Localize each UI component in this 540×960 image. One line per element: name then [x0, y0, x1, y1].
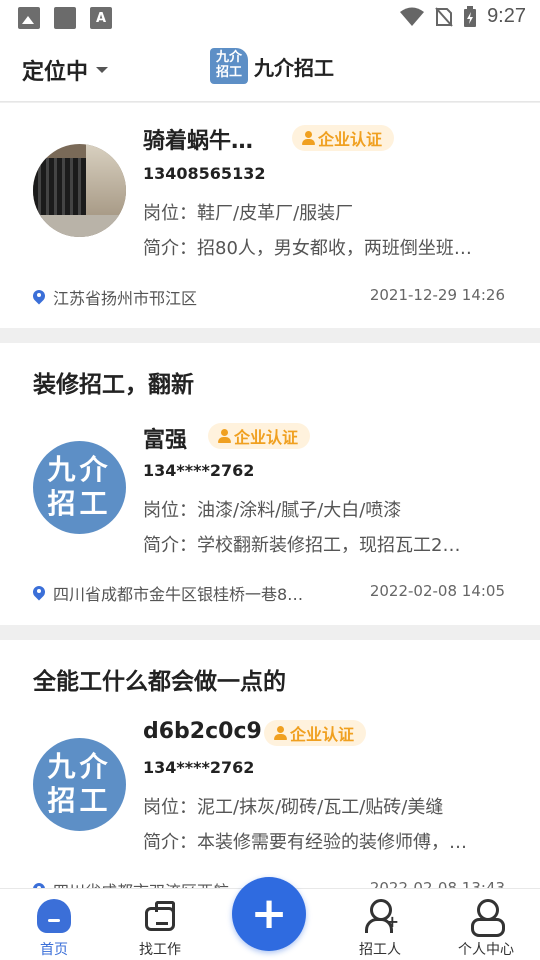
add-user-icon: +	[363, 899, 399, 933]
image-notification-icon	[18, 7, 40, 29]
job-list[interactable]: 骑着蜗牛… 企业认证 13408565132 岗位：鞋厂/皮革厂/服装厂 简介：…	[0, 103, 540, 888]
app-title: 九介招工	[254, 55, 334, 80]
chevron-down-icon	[96, 67, 109, 73]
user-icon	[274, 726, 287, 740]
app-header: 定位中 九介 招工 九介招工	[0, 36, 540, 102]
tab-find-job[interactable]: 找工作	[120, 899, 200, 959]
post-date: 2021-12-29 14:26	[369, 286, 505, 304]
intro-text: 简介：招80人，男女都收，两班倒坐班…	[143, 238, 472, 259]
avatar: 九介 招工	[33, 441, 126, 534]
tab-label: 首页	[40, 942, 68, 958]
verified-badge: 企业认证	[292, 125, 395, 151]
no-sim-icon	[435, 6, 453, 27]
avatar: 九介 招工	[33, 738, 126, 831]
home-icon	[37, 899, 71, 933]
phone-number[interactable]: 134****2762	[143, 461, 254, 480]
post-date: 2022-02-08 13:43	[369, 879, 505, 888]
wifi-icon	[400, 7, 425, 26]
job-title: 全能工什么都会做一点的	[33, 669, 286, 695]
tab-profile[interactable]: 个人中心	[446, 899, 526, 959]
location-pin-icon	[33, 290, 45, 305]
location-label: 定位中	[22, 60, 89, 85]
clock: 9:27	[487, 5, 526, 27]
job-card[interactable]: 装修招工，翻新 九介 招工 富强 企业认证 134****2762 岗位：油漆/涂…	[0, 343, 540, 625]
user-icon	[218, 429, 231, 443]
text-notification-icon: A	[90, 7, 112, 29]
profile-icon	[469, 899, 505, 937]
post-job-button[interactable]: +	[232, 877, 306, 951]
location-pin-icon	[33, 586, 45, 601]
app-logo: 九介 招工	[210, 48, 248, 84]
post-date: 2022-02-08 14:05	[369, 582, 505, 600]
phone-number[interactable]: 134****2762	[143, 758, 254, 777]
phone-number[interactable]: 13408565132	[143, 164, 265, 183]
app-brand: 九介 招工 九介招工	[210, 48, 334, 84]
address: 江苏省扬州市邗江区	[33, 285, 197, 309]
battery-charging-icon	[464, 5, 477, 27]
job-card[interactable]: 骑着蜗牛… 企业认证 13408565132 岗位：鞋厂/皮革厂/服装厂 简介：…	[0, 103, 540, 328]
briefcase-icon	[145, 901, 175, 931]
verified-badge: 企业认证	[264, 720, 367, 746]
employer-name: 骑着蜗牛…	[143, 129, 254, 154]
app-notification-icon	[54, 7, 76, 29]
tab-label: 个人中心	[458, 942, 514, 958]
location-selector[interactable]: 定位中	[22, 54, 109, 86]
user-icon	[302, 131, 315, 145]
status-bar: A 9:27	[0, 0, 540, 36]
intro-text: 简介：本装修需要有经验的装修师傅，…	[143, 832, 467, 853]
job-card[interactable]: 全能工什么都会做一点的 九介 招工 d6b2c0c9 企业认证 134****27…	[0, 640, 540, 888]
tab-label: 招工人	[359, 942, 401, 958]
position-text: 岗位：鞋厂/皮革厂/服装厂	[143, 203, 354, 224]
address: 四川省成都市金牛区银桂桥一巷8…	[33, 581, 303, 605]
employer-name: d6b2c0c9	[143, 719, 262, 744]
tab-recruit[interactable]: + 招工人	[340, 899, 420, 959]
job-title: 装修招工，翻新	[33, 372, 194, 398]
tab-label: 找工作	[139, 942, 181, 958]
intro-text: 简介：学校翻新装修招工，现招瓦工2…	[143, 535, 461, 556]
verified-badge: 企业认证	[208, 423, 311, 449]
tab-home[interactable]: 首页	[14, 899, 94, 959]
position-text: 岗位：泥工/抹灰/砌砖/瓦工/贴砖/美缝	[143, 797, 444, 818]
address: 四川省成都市双流区西航…	[33, 878, 245, 888]
avatar	[33, 144, 126, 237]
employer-name: 富强	[143, 428, 188, 453]
position-text: 岗位：油漆/涂料/腻子/大白/喷漆	[143, 500, 402, 521]
